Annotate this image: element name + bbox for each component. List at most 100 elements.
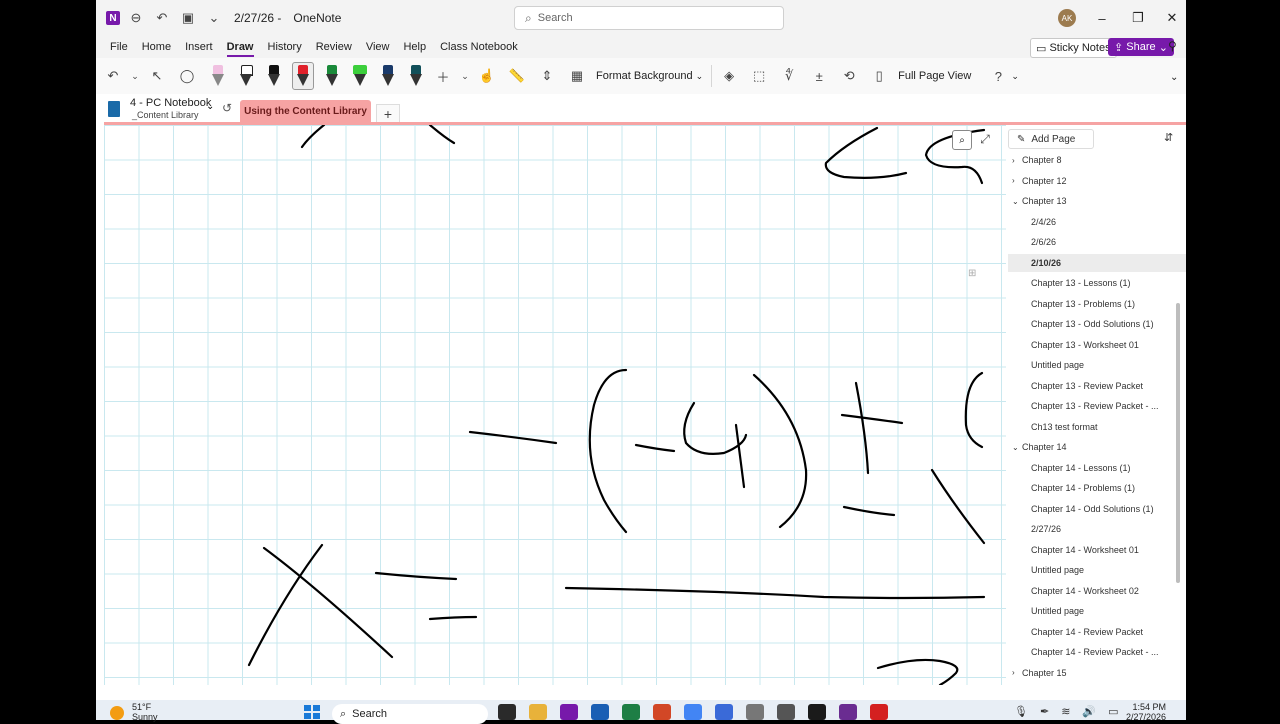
feedback-icon[interactable]: ⚲ — [1168, 39, 1177, 53]
taskbar-app-icon[interactable] — [560, 704, 578, 720]
eraser-tool[interactable] — [208, 63, 228, 89]
taskbar-app-icon[interactable] — [715, 704, 733, 720]
taskbar-clock[interactable]: 1:54 PM 2/27/2026 — [1126, 702, 1166, 722]
full-page-view-label[interactable]: Full Page View — [898, 70, 971, 82]
ruler-icon[interactable]: 📏 — [504, 63, 530, 89]
page-item[interactable]: Untitled page — [1008, 561, 1186, 579]
taskbar-app-icon[interactable] — [808, 704, 826, 720]
tab-view[interactable]: View — [366, 41, 390, 53]
page-item[interactable]: 2/4/26 — [1008, 213, 1186, 231]
page-item[interactable]: Ch13 test format — [1008, 418, 1186, 436]
format-background-icon[interactable]: ▦ — [564, 63, 590, 89]
collapse-ribbon-chevron-icon[interactable]: ⌄ — [1170, 72, 1178, 83]
lasso-select-icon[interactable]: ◯ — [174, 63, 200, 89]
replay-icon[interactable]: ⟲ — [836, 63, 862, 89]
pages-scrollbar[interactable] — [1176, 153, 1180, 683]
page-item[interactable]: Chapter 13 - Review Packet — [1008, 377, 1186, 395]
page-item[interactable]: Chapter 14 - Problems (1) — [1008, 479, 1186, 497]
tab-class-notebook[interactable]: Class Notebook — [440, 41, 518, 53]
page-item[interactable]: 2/10/26 — [1008, 253, 1186, 272]
navigate-back-icon[interactable]: ↺ — [222, 101, 232, 115]
dock-icon[interactable]: ▣ — [178, 8, 198, 28]
page-item[interactable]: Chapter 14 - Odd Solutions (1) — [1008, 500, 1186, 518]
add-pen-chevron-icon[interactable]: ⌄ — [460, 63, 470, 89]
tab-home[interactable]: Home — [142, 41, 171, 53]
format-background-label[interactable]: Format Background — [596, 70, 693, 82]
tab-help[interactable]: Help — [403, 41, 426, 53]
section-group-item[interactable]: › Chapter 15 — [1008, 664, 1182, 682]
undo-icon[interactable]: ↶ — [152, 8, 172, 28]
shapes-icon[interactable]: ◈ — [716, 63, 742, 89]
add-page-button[interactable]: ✎ Add Page — [1008, 129, 1094, 149]
windows-start-icon[interactable] — [304, 705, 320, 719]
taskbar-app-icon[interactable] — [591, 704, 609, 720]
touch-draw-icon[interactable]: ☝ — [474, 63, 500, 89]
ink-to-shape-icon[interactable]: ⬚ — [746, 63, 772, 89]
taskbar-app-icon[interactable] — [777, 704, 795, 720]
taskbar-app-icon[interactable] — [746, 704, 764, 720]
page-item[interactable]: Chapter 14 - Worksheet 01 — [1008, 541, 1186, 559]
tab-review[interactable]: Review — [316, 41, 352, 53]
math-icon[interactable]: ± — [806, 63, 832, 89]
pages-scrollbar-thumb[interactable] — [1176, 303, 1180, 583]
microphone-icon[interactable]: 🎙 — [1014, 705, 1028, 718]
taskbar-app-icon[interactable] — [839, 704, 857, 720]
section-group-name[interactable]: _Content Library — [132, 110, 199, 120]
taskbar-app-icon[interactable] — [622, 704, 640, 720]
section-group-item[interactable]: › Chapter 8 — [1008, 151, 1182, 169]
add-pen-icon[interactable]: ＋ — [430, 63, 456, 89]
wifi-icon[interactable]: ≋ — [1061, 705, 1070, 718]
undo-chevron-icon[interactable]: ⌄ — [130, 63, 140, 89]
page-item[interactable]: Untitled page — [1008, 602, 1186, 620]
share-button[interactable]: ⇪ Share ⌄ — [1108, 38, 1174, 56]
format-background-chevron-icon[interactable]: ⌄ — [696, 71, 704, 82]
page-item[interactable]: Chapter 13 - Odd Solutions (1) — [1008, 315, 1186, 333]
tab-history[interactable]: History — [268, 41, 302, 53]
page-item[interactable]: 2/6/26 — [1008, 233, 1186, 251]
tab-draw[interactable]: Draw — [226, 41, 254, 57]
pen-green[interactable] — [322, 63, 342, 89]
taskbar-search-input[interactable]: ⌕ Search — [332, 704, 488, 724]
volume-icon[interactable]: 🔊 — [1082, 705, 1096, 718]
pen-navy[interactable] — [378, 63, 398, 89]
taskbar-app-icon[interactable] — [529, 704, 547, 720]
sticky-notes-button[interactable]: ▭ Sticky Notes — [1030, 38, 1117, 58]
full-page-view-icon[interactable]: ▯ — [866, 63, 892, 89]
pen-black-2[interactable] — [264, 63, 284, 89]
undo-icon[interactable]: ↶ — [100, 63, 126, 89]
page-item[interactable]: Untitled page — [1008, 356, 1186, 374]
avatar[interactable]: AK — [1058, 9, 1076, 27]
minimize-button[interactable]: – — [1084, 0, 1120, 36]
taskbar-app-icon[interactable] — [684, 704, 702, 720]
page-item[interactable]: 2/27/26 — [1008, 520, 1186, 538]
close-button[interactable]: ✕ — [1154, 0, 1186, 36]
quick-access-chevron-icon[interactable]: ⌄ — [204, 8, 224, 28]
pen-black-1[interactable] — [236, 63, 256, 89]
chevron-down-icon[interactable]: ⌄ — [1012, 197, 1019, 206]
add-section-button[interactable]: + — [376, 104, 400, 124]
page-canvas[interactable] — [104, 125, 1006, 685]
help-chevron-icon[interactable]: ⌄ — [1011, 71, 1019, 82]
page-item[interactable]: Chapter 14 - Worksheet 02 — [1008, 582, 1186, 600]
title-search-input[interactable]: ⌕ Search — [514, 6, 784, 30]
section-group-item[interactable]: › Chapter 12 — [1008, 172, 1182, 190]
maximize-button[interactable]: ❐ — [1120, 0, 1156, 36]
tab-file[interactable]: File — [110, 41, 128, 53]
taskbar-app-icon[interactable] — [498, 704, 516, 720]
chevron-right-icon[interactable]: › — [1012, 156, 1015, 165]
taskbar-app-icon[interactable] — [870, 704, 888, 720]
pen-menu-icon[interactable]: ✒ — [1040, 705, 1049, 718]
zoom-search-icon[interactable]: ⌕ — [952, 130, 972, 150]
weather-widget[interactable]: 51°F Sunny — [132, 702, 158, 722]
highlighter-green[interactable] — [350, 63, 370, 89]
select-cursor-icon[interactable]: ↖ — [144, 63, 170, 89]
chevron-right-icon[interactable]: › — [1012, 668, 1015, 677]
section-group-item[interactable]: ⌄ Chapter 13 — [1008, 192, 1182, 210]
page-item[interactable]: Chapter 14 - Lessons (1) — [1008, 459, 1186, 477]
tab-insert[interactable]: Insert — [185, 41, 213, 53]
page-item[interactable]: Chapter 13 - Worksheet 01 — [1008, 336, 1186, 354]
chevron-down-icon[interactable]: ⌄ — [1012, 443, 1019, 452]
add-space-handle-icon[interactable]: ⊞ — [968, 268, 976, 279]
help-icon[interactable]: ? — [985, 63, 1011, 89]
section-group-item[interactable]: ⌄ Chapter 14 — [1008, 438, 1182, 456]
